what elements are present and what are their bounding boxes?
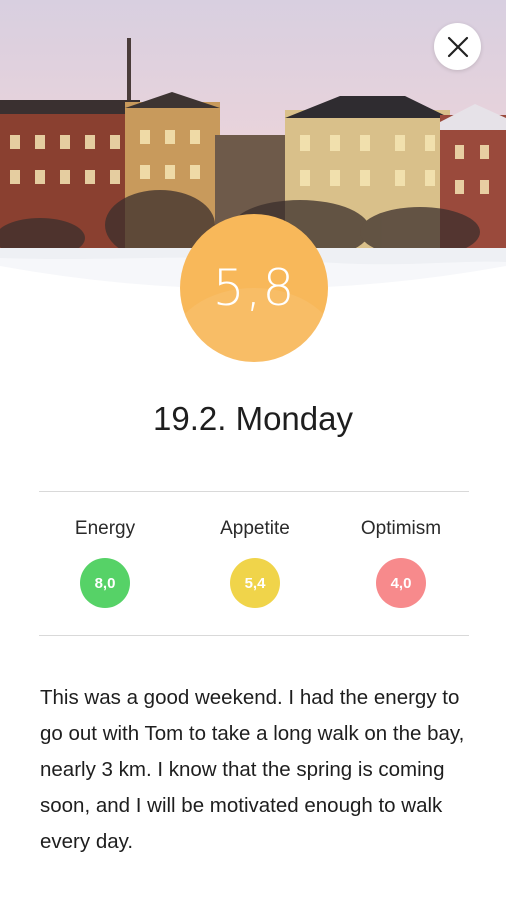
- metric-appetite: Appetite 5,4: [180, 518, 330, 608]
- metric-label: Energy: [74, 518, 136, 539]
- top-divider: [39, 491, 469, 492]
- overall-score-value: 5,8: [212, 259, 296, 317]
- metric-value-badge: 8,0: [80, 558, 130, 608]
- bottom-divider: [39, 635, 469, 636]
- entry-note-text: This was a good weekend. I had the energ…: [40, 686, 465, 853]
- overall-score-badge: 5,8: [180, 214, 328, 362]
- metric-optimism: Optimism 4,0: [326, 518, 476, 608]
- entry-date-title: 19.2. Monday: [153, 400, 353, 437]
- close-button[interactable]: [434, 23, 481, 70]
- close-icon: [447, 36, 468, 57]
- metric-value-badge: 5,4: [230, 558, 280, 608]
- metric-energy: Energy 8,0: [30, 518, 180, 608]
- metrics-row: Energy 8,0 Appetite 5,4 Optimism 4,0: [30, 518, 476, 618]
- metric-label: Optimism: [360, 518, 442, 539]
- metric-value-badge: 4,0: [376, 558, 426, 608]
- metric-label: Appetite: [220, 518, 290, 539]
